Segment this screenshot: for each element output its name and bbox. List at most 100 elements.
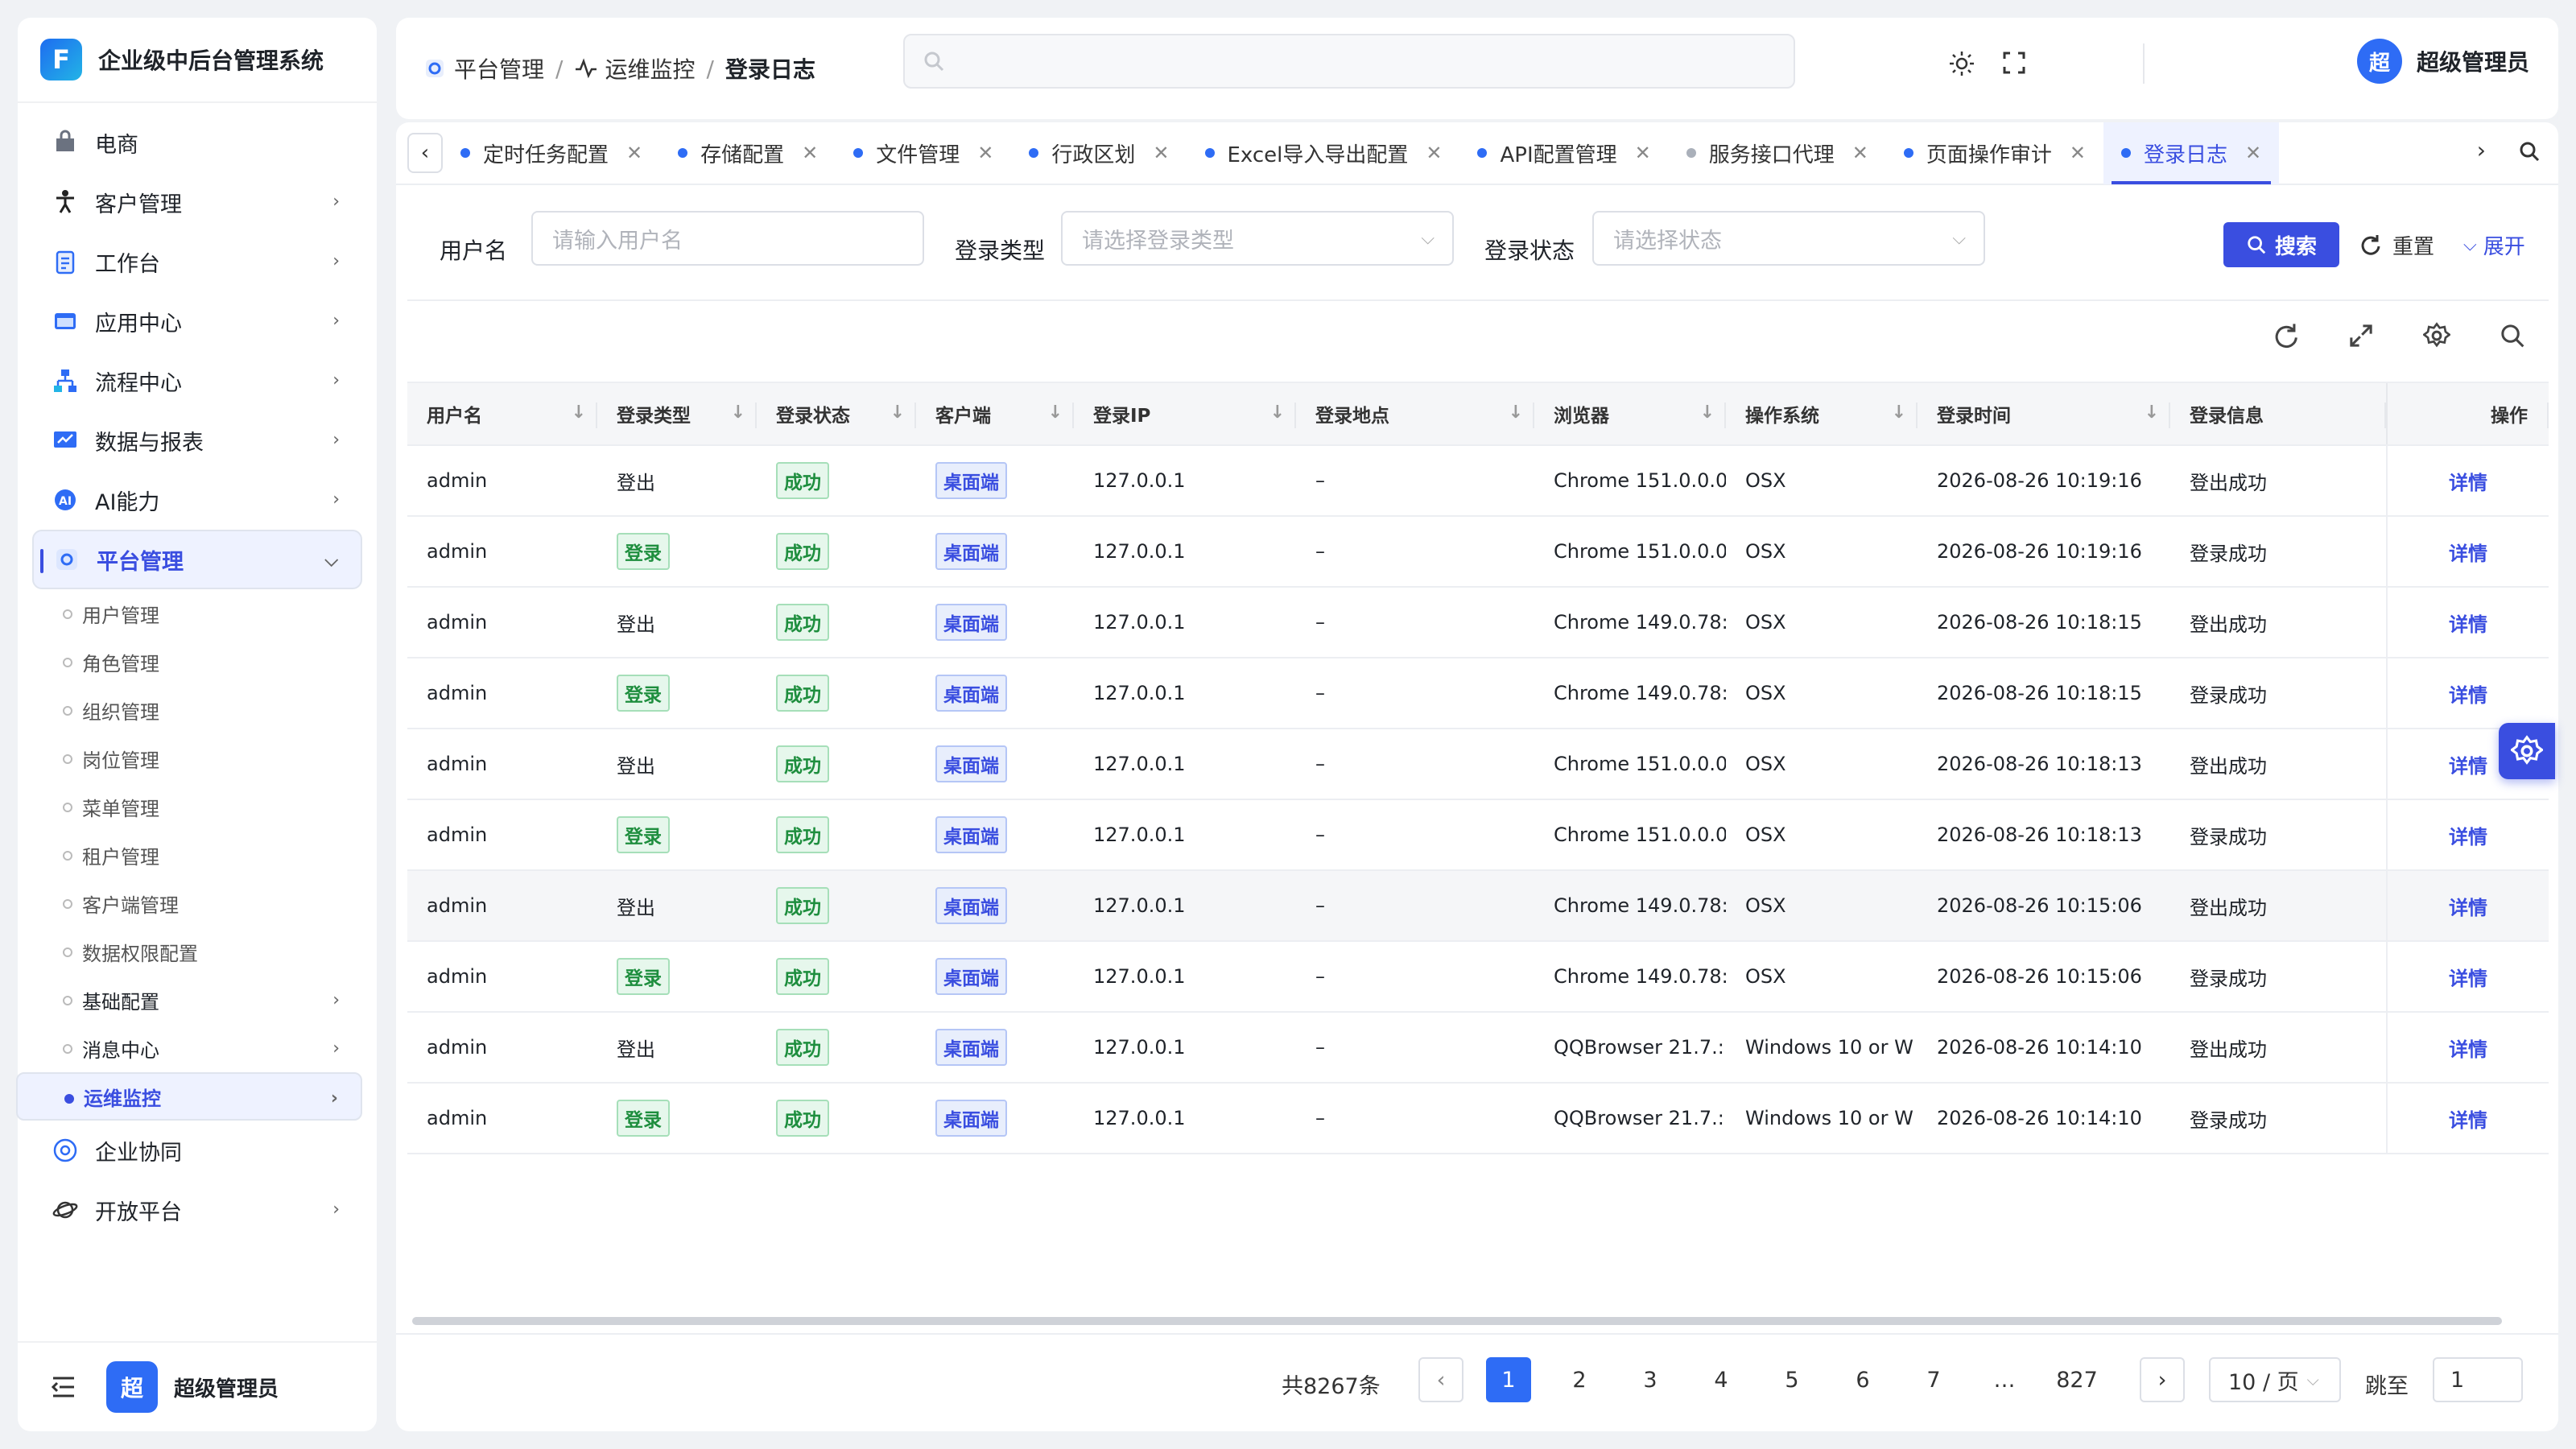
pagination-page-4[interactable]: 4	[1699, 1357, 1744, 1402]
close-icon[interactable]: ✕	[977, 142, 993, 164]
sort-arrow-icon[interactable]: ↓	[1700, 402, 1715, 423]
page-size-select[interactable]: 10 / 页 ⌵	[2209, 1357, 2341, 1402]
breadcrumb-item-platform[interactable]: 平台管理	[454, 52, 544, 85]
reset-button[interactable]: 重置	[2359, 222, 2434, 267]
pagination-page-3[interactable]: 3	[1628, 1357, 1673, 1402]
submenu-item-4[interactable]: 菜单管理	[16, 782, 362, 831]
table-row[interactable]: admin 登录 成功 桌面端 127.0.0.1– Chrome 149.0.78: OS…	[407, 658, 2549, 729]
expand-arrows-icon[interactable]	[2347, 322, 2375, 349]
sidebar-item-bottom-1[interactable]: 开放平台 ›	[32, 1180, 362, 1240]
sidebar-item-bottom-0[interactable]: 企业协同	[32, 1121, 362, 1180]
sidebar-item-3[interactable]: 应用中心 ›	[32, 291, 362, 351]
table-row[interactable]: admin 登录 成功 桌面端 127.0.0.1– Chrome 151.0.0.0 OS…	[407, 517, 2549, 588]
submenu-item-7[interactable]: 数据权限配置	[16, 927, 362, 976]
column-header-7[interactable]: 操作系统 ↓	[1726, 383, 1918, 444]
tabs-search-icon[interactable]	[2518, 140, 2541, 163]
detail-link[interactable]: 详情	[2386, 517, 2549, 586]
sidebar-item-5[interactable]: 数据与报表 ›	[32, 411, 362, 470]
footer-avatar[interactable]: 超	[106, 1361, 158, 1413]
pagination-next-button[interactable]: ›	[2140, 1357, 2185, 1402]
close-icon[interactable]: ✕	[2245, 142, 2261, 164]
detail-link[interactable]: 详情	[2386, 588, 2549, 657]
tab-1[interactable]: 存储配置 ✕	[660, 122, 836, 184]
sidebar-item-4[interactable]: 流程中心 ›	[32, 351, 362, 411]
tabs-scroll-left-button[interactable]: ‹	[407, 133, 443, 173]
column-header-0[interactable]: 用户名 ↓	[407, 383, 597, 444]
table-row[interactable]: admin 登出 成功 桌面端 127.0.0.1– QQBrowser 21.7.: Wi…	[407, 1013, 2549, 1084]
submenu-item-2[interactable]: 组织管理	[16, 686, 362, 734]
sort-arrow-icon[interactable]: ↓	[890, 402, 905, 423]
tab-5[interactable]: API配置管理 ✕	[1459, 122, 1668, 184]
sort-arrow-icon[interactable]: ↓	[1270, 402, 1285, 423]
table-row[interactable]: admin 登出 成功 桌面端 127.0.0.1– Chrome 151.0.0.0 OS…	[407, 446, 2549, 517]
jump-page-input[interactable]: 1	[2433, 1357, 2523, 1402]
fullscreen-icon[interactable]	[2001, 50, 2027, 76]
table-row[interactable]: admin 登出 成功 桌面端 127.0.0.1– Chrome 151.0.0.0 OS…	[407, 729, 2549, 800]
tab-8[interactable]: 登录日志 ✕	[2103, 122, 2280, 184]
close-icon[interactable]: ✕	[1635, 142, 1651, 164]
detail-link[interactable]: 详情	[2386, 1084, 2549, 1153]
login-type-select[interactable]: 请选择登录类型 ⌵	[1061, 211, 1454, 266]
expand-filters-button[interactable]: ⌵ 展开	[2463, 222, 2525, 267]
close-icon[interactable]: ✕	[1426, 142, 1442, 164]
detail-link[interactable]: 详情	[2386, 446, 2549, 515]
detail-link[interactable]: 详情	[2386, 800, 2549, 869]
refresh-icon[interactable]	[2272, 322, 2299, 349]
tabs-scroll-right-icon[interactable]: ›	[2477, 137, 2486, 163]
sidebar-item-7[interactable]: 平台管理 ⌵	[32, 530, 362, 589]
tab-6[interactable]: 服务接口代理 ✕	[1669, 122, 1886, 184]
column-header-4[interactable]: 登录IP ↓	[1074, 383, 1296, 444]
tab-2[interactable]: 文件管理 ✕	[836, 122, 1011, 184]
pagination-page-6[interactable]: 6	[1840, 1357, 1885, 1402]
submenu-item-0[interactable]: 用户管理	[16, 589, 362, 638]
pagination-prev-button[interactable]: ‹	[1418, 1357, 1463, 1402]
close-icon[interactable]: ✕	[2070, 142, 2086, 164]
column-header-8[interactable]: 登录时间 ↓	[1918, 383, 2170, 444]
submenu-item-5[interactable]: 租户管理	[16, 831, 362, 879]
sort-arrow-icon[interactable]: ↓	[731, 402, 745, 423]
app-logo[interactable]: F	[40, 39, 82, 80]
submenu-item-9[interactable]: 消息中心 ›	[16, 1024, 362, 1072]
tab-0[interactable]: 定时任务配置 ✕	[443, 122, 660, 184]
sort-arrow-icon[interactable]: ↓	[1048, 402, 1063, 423]
username-filter-input[interactable]: 请输入用户名	[531, 211, 924, 266]
detail-link[interactable]: 详情	[2386, 658, 2549, 728]
column-header-6[interactable]: 浏览器 ↓	[1534, 383, 1726, 444]
pagination-page-1[interactable]: 1	[1486, 1357, 1531, 1402]
tab-7[interactable]: 页面操作审计 ✕	[1886, 122, 2103, 184]
tab-3[interactable]: 行政区划 ✕	[1011, 122, 1187, 184]
sidebar-item-0[interactable]: 电商	[32, 113, 362, 172]
pagination-page-7[interactable]: 7	[1911, 1357, 1956, 1402]
sort-arrow-icon[interactable]: ↓	[572, 402, 586, 423]
breadcrumb-item-monitor[interactable]: 运维监控	[605, 52, 695, 85]
sidebar-item-1[interactable]: 客户管理 ›	[32, 172, 362, 232]
table-row[interactable]: admin 登出 成功 桌面端 127.0.0.1– Chrome 149.0.78: OS…	[407, 871, 2549, 942]
column-header-2[interactable]: 登录状态 ↓	[757, 383, 916, 444]
pagination-page-827[interactable]: 827	[2054, 1357, 2099, 1402]
login-status-select[interactable]: 请选择状态 ⌵	[1592, 211, 1985, 266]
header-user-menu[interactable]: 超 超级管理员	[2356, 39, 2529, 84]
global-search-input[interactable]	[903, 34, 1795, 89]
sidebar-item-6[interactable]: AI AI能力 ›	[32, 470, 362, 530]
pagination-ellipsis[interactable]: …	[1982, 1357, 2027, 1402]
detail-link[interactable]: 详情	[2386, 1013, 2549, 1082]
close-icon[interactable]: ✕	[626, 142, 642, 164]
column-header-5[interactable]: 登录地点 ↓	[1296, 383, 1534, 444]
pagination-page-5[interactable]: 5	[1769, 1357, 1814, 1402]
close-icon[interactable]: ✕	[1153, 142, 1169, 164]
sort-arrow-icon[interactable]: ↓	[1509, 402, 1523, 423]
detail-link[interactable]: 详情	[2386, 871, 2549, 940]
floating-settings-button[interactable]	[2499, 723, 2555, 779]
submenu-item-10[interactable]: 运维监控 ›	[16, 1072, 362, 1121]
sort-arrow-icon[interactable]: ↓	[1892, 402, 1906, 423]
search-button[interactable]: 搜索	[2223, 222, 2339, 267]
pagination-page-2[interactable]: 2	[1557, 1357, 1602, 1402]
submenu-item-1[interactable]: 角色管理	[16, 638, 362, 686]
table-row[interactable]: admin 登录 成功 桌面端 127.0.0.1– QQBrowser 21.7.: Wi…	[407, 1084, 2549, 1154]
submenu-item-6[interactable]: 客户端管理	[16, 879, 362, 927]
sidebar-item-2[interactable]: 工作台 ›	[32, 232, 362, 291]
collapse-menu-icon[interactable]	[50, 1375, 77, 1399]
table-row[interactable]: admin 登出 成功 桌面端 127.0.0.1– Chrome 149.0.78: OS…	[407, 588, 2549, 658]
table-row[interactable]: admin 登录 成功 桌面端 127.0.0.1– Chrome 149.0.78: OS…	[407, 942, 2549, 1013]
close-icon[interactable]: ✕	[1852, 142, 1868, 164]
